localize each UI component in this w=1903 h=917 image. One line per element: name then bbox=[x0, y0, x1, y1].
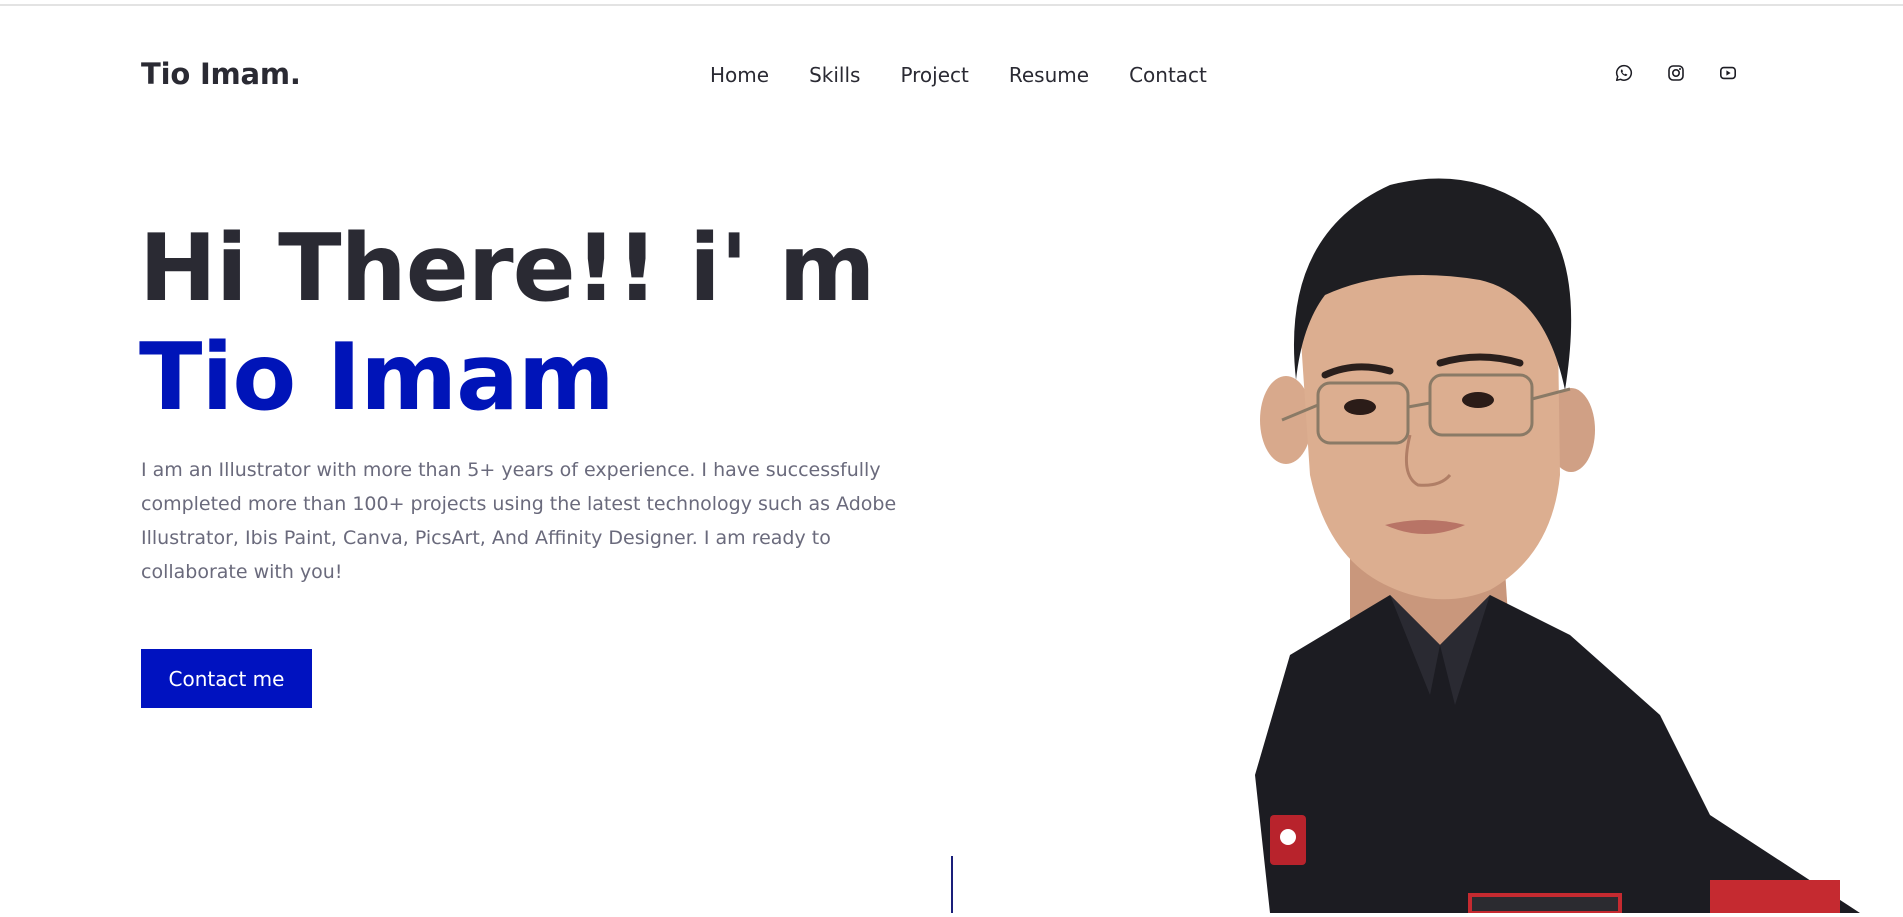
contact-me-button[interactable]: Contact me bbox=[141, 649, 312, 708]
nav-skills[interactable]: Skills bbox=[809, 63, 860, 87]
instagram-icon[interactable] bbox=[1667, 64, 1685, 82]
top-divider bbox=[0, 4, 1903, 6]
social-links bbox=[1615, 64, 1737, 82]
whatsapp-icon[interactable] bbox=[1615, 64, 1633, 82]
nav-resume[interactable]: Resume bbox=[1009, 63, 1089, 87]
main-nav: Home Skills Project Resume Contact bbox=[710, 63, 1207, 87]
site-logo[interactable]: Tio Imam. bbox=[141, 57, 301, 91]
hero-greeting: Hi There!! i' m bbox=[139, 214, 876, 322]
nav-project[interactable]: Project bbox=[900, 63, 968, 87]
nav-contact[interactable]: Contact bbox=[1129, 63, 1207, 87]
scroll-indicator-line bbox=[951, 856, 953, 913]
hero-intro: I am an Illustrator with more than 5+ ye… bbox=[141, 459, 897, 583]
hero-name: Tio Imam bbox=[139, 323, 615, 431]
youtube-icon[interactable] bbox=[1719, 64, 1737, 82]
nav-home[interactable]: Home bbox=[710, 63, 769, 87]
profile-photo bbox=[1240, 175, 1880, 915]
